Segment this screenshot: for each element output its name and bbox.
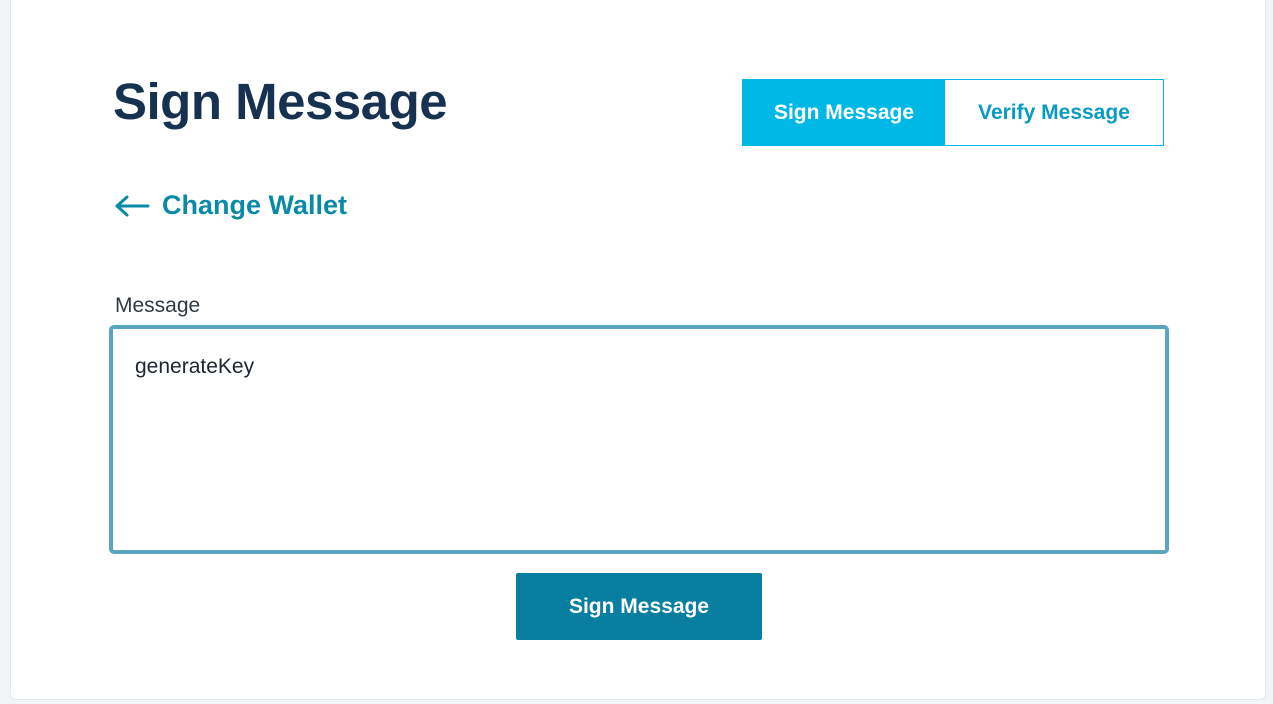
message-input[interactable]: generateKey (109, 325, 1169, 554)
mode-toggle: Sign Message Verify Message (742, 79, 1164, 146)
tab-verify-message[interactable]: Verify Message (945, 80, 1163, 145)
sign-message-button[interactable]: Sign Message (516, 573, 762, 640)
arrow-left-icon (114, 194, 150, 218)
tab-sign-message[interactable]: Sign Message (743, 80, 945, 145)
page-title: Sign Message (113, 73, 448, 130)
change-wallet-label: Change Wallet (162, 190, 348, 220)
change-wallet-link[interactable]: Change Wallet (114, 190, 347, 221)
message-label: Message (115, 294, 201, 317)
sign-message-card: Sign Message Sign Message Verify Message… (10, 0, 1266, 700)
